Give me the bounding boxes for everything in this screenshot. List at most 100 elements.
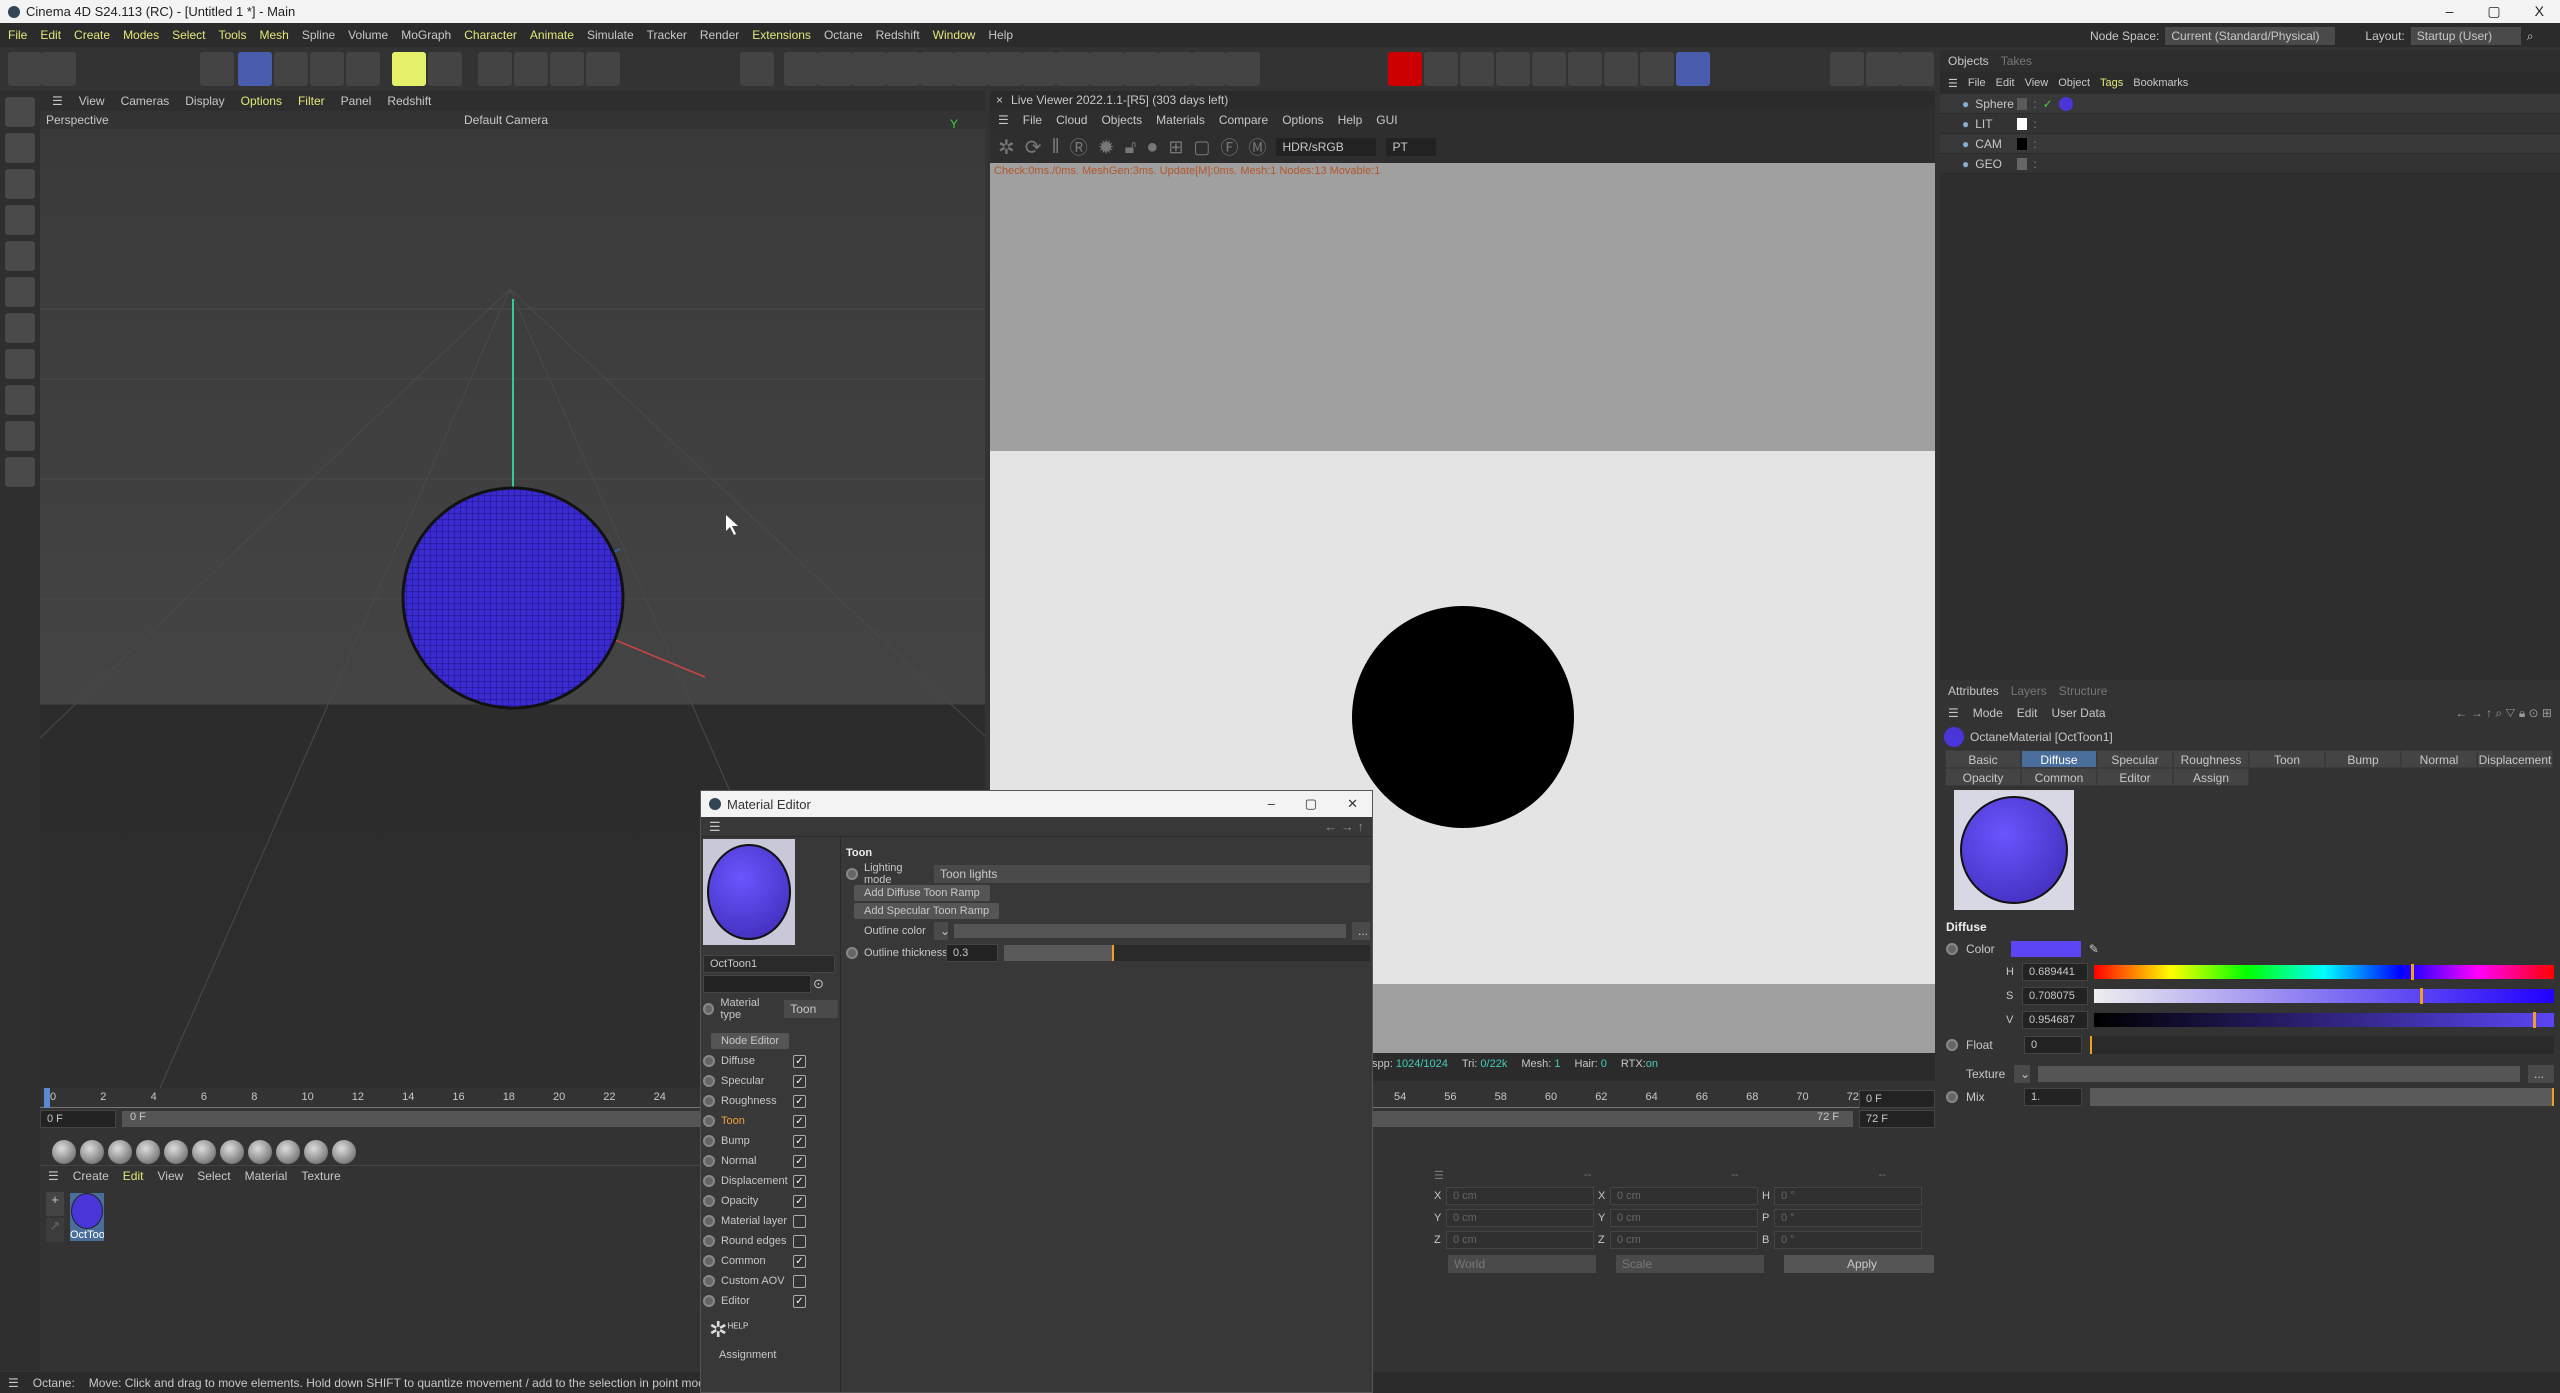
- menu-mesh[interactable]: Mesh: [259, 28, 288, 42]
- channel-checkbox[interactable]: ✓: [793, 1054, 806, 1068]
- channel-row[interactable]: Common ✓: [701, 1251, 840, 1271]
- mtab-basic[interactable]: Basic: [1945, 750, 2021, 768]
- coord-input[interactable]: 0 cm: [1610, 1231, 1758, 1249]
- viewport-menu-display[interactable]: Display: [185, 94, 224, 108]
- mtab-opacity[interactable]: Opacity: [1945, 768, 2021, 786]
- channel-label[interactable]: Opacity: [721, 1195, 787, 1207]
- h-slider-handle[interactable]: [2411, 964, 2415, 980]
- undo-icon[interactable]: [8, 52, 42, 86]
- object-row[interactable]: ● GEO:: [1940, 154, 2560, 174]
- lock-icon[interactable]: 🔓︎: [1125, 137, 1137, 158]
- close-icon[interactable]: ×: [996, 93, 1003, 107]
- layout-select[interactable]: Startup (User): [2410, 27, 2521, 45]
- texture-dropdown[interactable]: ⌄: [2014, 1065, 2030, 1083]
- keyframe-radio[interactable]: [703, 1055, 715, 1067]
- viewport-menu-cameras[interactable]: Cameras: [121, 94, 170, 108]
- cube-icon[interactable]: [784, 52, 818, 86]
- keyframe-radio[interactable]: [1946, 1091, 1958, 1103]
- light-icon[interactable]: [1124, 52, 1158, 86]
- add-icon[interactable]: +: [46, 1192, 64, 1216]
- channel-checkbox[interactable]: ✓: [793, 1254, 806, 1268]
- checker-material-icon[interactable]: [304, 1140, 328, 1164]
- menu-icon[interactable]: ☰: [1948, 77, 1958, 90]
- float-slider[interactable]: [2090, 1036, 2554, 1054]
- channel-checkbox[interactable]: [793, 1234, 806, 1248]
- channel-checkbox[interactable]: ✓: [793, 1154, 806, 1168]
- channel-checkbox[interactable]: ✓: [793, 1074, 806, 1088]
- outline-color-dropdown[interactable]: ⌄: [934, 922, 950, 940]
- menu-character[interactable]: Character: [464, 28, 517, 42]
- scale-mode-select[interactable]: Scale: [1616, 1255, 1764, 1273]
- channel-row[interactable]: Bump ✓: [701, 1131, 840, 1151]
- menu-help[interactable]: Help: [988, 28, 1013, 42]
- deformer-icon[interactable]: [1022, 52, 1056, 86]
- toon-material-icon[interactable]: [220, 1140, 244, 1164]
- snap-icon[interactable]: [428, 52, 462, 86]
- object-name[interactable]: LIT: [1975, 117, 2011, 131]
- settings-icon[interactable]: ✹: [1098, 135, 1115, 160]
- texture-slot[interactable]: [2038, 1066, 2520, 1082]
- mtab-toon[interactable]: Toon: [2249, 750, 2325, 768]
- search-icon[interactable]: ⌕: [2527, 29, 2534, 44]
- pick-icon[interactable]: ⊙: [813, 976, 824, 992]
- menu-edit[interactable]: Edit: [40, 28, 61, 42]
- octane-sun-icon[interactable]: [1424, 52, 1458, 86]
- octane-settings-icon[interactable]: [1640, 52, 1674, 86]
- mtab-editor[interactable]: Editor: [2097, 768, 2173, 786]
- focus-picker-icon[interactable]: Ⓕ: [1220, 134, 1238, 160]
- mix-slider[interactable]: [2090, 1088, 2554, 1106]
- keyframe-radio[interactable]: [703, 1175, 715, 1187]
- close-button[interactable]: ✕: [1347, 796, 1358, 812]
- octane-logo-icon[interactable]: [1676, 52, 1710, 86]
- objects-menu-object[interactable]: Object: [2058, 77, 2090, 89]
- array-icon[interactable]: [920, 52, 954, 86]
- coord-input[interactable]: 0 °: [1774, 1209, 1922, 1227]
- sculpt-mode-icon[interactable]: [5, 457, 35, 487]
- v-input[interactable]: 0.954687: [2022, 1011, 2088, 1029]
- current-frame-input[interactable]: 0 F: [40, 1110, 116, 1128]
- channel-label[interactable]: Custom AOV: [721, 1275, 787, 1287]
- channel-row[interactable]: Round edges: [701, 1231, 840, 1251]
- mix-input[interactable]: 1.: [2024, 1088, 2082, 1106]
- outline-color-slot[interactable]: [954, 924, 1346, 938]
- render-view-play-icon[interactable]: [1866, 52, 1900, 86]
- channel-row[interactable]: Displacement ✓: [701, 1171, 840, 1191]
- menu-file[interactable]: File: [8, 28, 27, 42]
- mix-material-icon[interactable]: [164, 1140, 188, 1164]
- coord-system-select[interactable]: World: [1448, 1255, 1596, 1273]
- tab-structure[interactable]: Structure: [2059, 684, 2108, 698]
- channel-checkbox[interactable]: ✓: [793, 1194, 806, 1208]
- mtab-roughness[interactable]: Roughness: [2173, 750, 2249, 768]
- coord-input[interactable]: 0 cm: [1446, 1209, 1594, 1227]
- texture-mode-icon[interactable]: [5, 133, 35, 163]
- outline-thickness-slider[interactable]: [1004, 945, 1370, 961]
- menu-create[interactable]: Create: [74, 28, 110, 42]
- x-axis-icon[interactable]: [478, 52, 512, 86]
- s-slider-handle[interactable]: [2419, 988, 2423, 1004]
- sphere-object[interactable]: [401, 486, 625, 710]
- channel-row[interactable]: Editor ✓: [701, 1291, 840, 1311]
- diffuse-material-icon[interactable]: [80, 1140, 104, 1164]
- menu-render[interactable]: Render: [700, 28, 739, 42]
- visibility-dots-icon[interactable]: :: [2033, 157, 2036, 171]
- channel-checkbox[interactable]: ✓: [793, 1134, 806, 1148]
- object-row[interactable]: ● LIT:: [1940, 114, 2560, 134]
- objects-menu-view[interactable]: View: [2025, 77, 2049, 89]
- coord-input[interactable]: 0 cm: [1610, 1209, 1758, 1227]
- render-settings-icon[interactable]: [1900, 52, 1934, 86]
- mtab-assign[interactable]: Assign: [2173, 768, 2249, 786]
- grid-icon[interactable]: [1158, 52, 1192, 86]
- menu-icon[interactable]: ☰: [52, 94, 63, 108]
- keyframe-radio[interactable]: [1946, 943, 1958, 955]
- mtab-normal[interactable]: Normal: [2401, 750, 2477, 768]
- mtab-common[interactable]: Common: [2021, 768, 2097, 786]
- material-icon[interactable]: ▢: [1193, 137, 1210, 158]
- scale-icon[interactable]: [310, 52, 344, 86]
- menu-simulate[interactable]: Simulate: [587, 28, 634, 42]
- visibility-dots-icon[interactable]: :: [2033, 117, 2036, 131]
- menu-octane[interactable]: Octane: [824, 28, 863, 42]
- viewport-menu-filter[interactable]: Filter: [298, 94, 325, 108]
- move-icon[interactable]: [238, 52, 272, 86]
- assignment-label[interactable]: Assignment: [701, 1349, 840, 1361]
- playhead[interactable]: [44, 1088, 50, 1108]
